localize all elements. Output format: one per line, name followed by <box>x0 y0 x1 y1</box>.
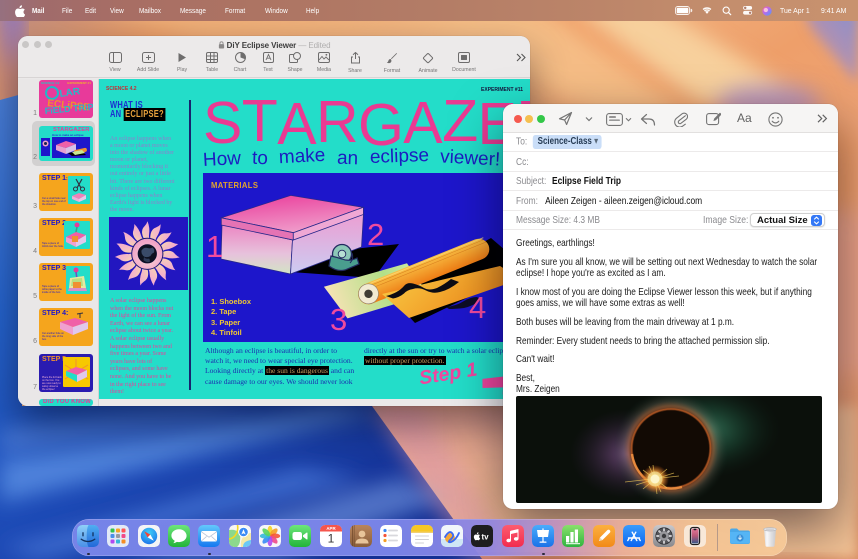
svg-text:3: 3 <box>330 302 347 337</box>
svg-text:1: 1 <box>327 532 334 546</box>
svg-text:LAR: LAR <box>59 86 82 100</box>
svg-text:tv: tv <box>482 533 490 542</box>
svg-text:1: 1 <box>206 229 223 264</box>
svg-text:APR: APR <box>326 526 336 531</box>
svg-text:4: 4 <box>469 290 486 325</box>
svg-text:2: 2 <box>367 217 384 252</box>
